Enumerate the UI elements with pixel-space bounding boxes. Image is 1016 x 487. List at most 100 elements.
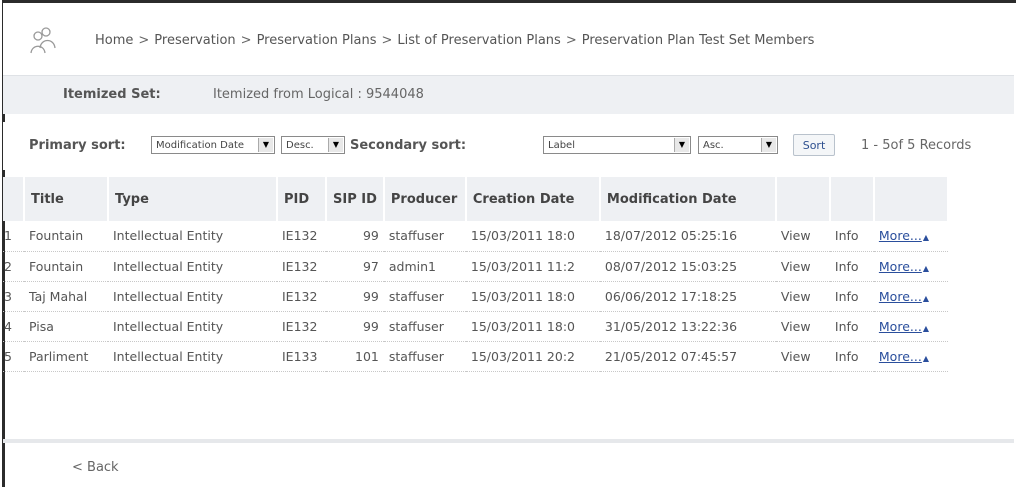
breadcrumb-current: Preservation Plan Test Set Members <box>581 33 815 48</box>
header-pid[interactable]: PID <box>277 177 327 221</box>
cell-producer: staffuser <box>388 228 444 244</box>
cell-pid: IE132 <box>282 228 318 244</box>
triangle-up-icon[interactable]: ▲ <box>923 264 929 273</box>
itemized-set-label: Itemized Set: <box>63 87 161 102</box>
chevron-down-icon: ▼ <box>328 138 343 152</box>
cell-modification-date: 06/06/2012 17:18:25 <box>604 288 738 304</box>
row-index: 2 <box>4 258 12 274</box>
cell-title: Pisa <box>29 318 54 334</box>
cell-modification-date: 31/05/2012 13:22:36 <box>604 318 738 334</box>
header-creation-date[interactable]: Creation Date <box>465 177 601 221</box>
sort-button[interactable]: Sort <box>793 134 835 156</box>
results-table-wrap: Title Type PID SIP ID Producer Creation … <box>3 177 1014 372</box>
cell-title: Taj Mahal <box>29 288 88 304</box>
cell-creation-date: 15/03/2011 18:0 <box>470 288 575 304</box>
breadcrumb-separator: > <box>565 33 577 48</box>
primary-sort-order-value: Desc. <box>286 140 314 151</box>
info-link[interactable]: Info <box>835 289 859 304</box>
header-more <box>873 177 949 221</box>
breadcrumb-separator: > <box>381 33 393 48</box>
cell-sip-id: 101 <box>355 348 379 364</box>
primary-sort-field-select[interactable]: Modification Date ▼ <box>151 136 275 154</box>
more-link[interactable]: More... <box>879 228 922 243</box>
cell-creation-date: 15/03/2011 11:2 <box>470 258 575 274</box>
table-header-row: Title Type PID SIP ID Producer Creation … <box>3 177 949 221</box>
breadcrumb: Home > Preservation > Preservation Plans > Lis… <box>95 33 814 48</box>
more-link[interactable]: More... <box>879 319 922 334</box>
view-link[interactable]: View <box>781 289 811 304</box>
info-link[interactable]: Info <box>835 349 859 364</box>
breadcrumb-list-of-preservation-plans[interactable]: List of Preservation Plans <box>397 33 560 48</box>
cell-pid: IE133 <box>282 348 318 364</box>
cell-sip-id: 99 <box>362 318 379 334</box>
header-index <box>3 177 25 221</box>
secondary-sort-order-value: Asc. <box>703 140 724 151</box>
cell-sip-id: 97 <box>362 258 379 274</box>
primary-sort-order-select[interactable]: Desc. ▼ <box>281 136 345 154</box>
cell-title: Fountain <box>29 228 84 244</box>
cell-producer: staffuser <box>388 348 444 364</box>
header-producer[interactable]: Producer <box>383 177 467 221</box>
cell-modification-date: 08/07/2012 15:03:25 <box>604 258 738 274</box>
cell-type: Intellectual Entity <box>113 318 224 334</box>
cell-title: Parliment <box>29 348 89 364</box>
view-link[interactable]: View <box>781 349 811 364</box>
header-bar: Home > Preservation > Preservation Plans > Lis… <box>3 3 1014 75</box>
header-title[interactable]: Title <box>24 177 109 221</box>
triangle-up-icon[interactable]: ▲ <box>923 233 929 242</box>
cell-creation-date: 15/03/2011 18:0 <box>470 228 575 244</box>
triangle-up-icon[interactable]: ▲ <box>923 294 929 303</box>
header-sip-id[interactable]: SIP ID <box>326 177 385 221</box>
view-link[interactable]: View <box>781 259 811 274</box>
info-link[interactable]: Info <box>835 319 859 334</box>
header-modification-date[interactable]: Modification Date <box>599 177 777 221</box>
table-row: 5 Parliment Intellectual Entity IE133 10… <box>3 341 948 371</box>
divider <box>3 439 1014 443</box>
secondary-sort-field-value: Label <box>548 140 575 151</box>
breadcrumb-preservation[interactable]: Preservation <box>154 33 235 48</box>
cell-type: Intellectual Entity <box>113 288 224 304</box>
breadcrumb-separator: > <box>138 33 150 48</box>
header-type[interactable]: Type <box>108 177 278 221</box>
header-info <box>829 177 875 221</box>
results-table: Title Type PID SIP ID Producer Creation … <box>3 177 949 372</box>
cell-sip-id: 99 <box>362 288 379 304</box>
cell-producer: admin1 <box>388 258 437 274</box>
cell-creation-date: 15/03/2011 18:0 <box>470 318 575 334</box>
info-link[interactable]: Info <box>835 228 859 243</box>
breadcrumb-separator: > <box>240 33 252 48</box>
row-index: 1 <box>4 228 12 244</box>
primary-sort-label: Primary sort: <box>29 138 126 153</box>
sort-bar: Primary sort: Modification Date ▼ Desc. … <box>3 122 1014 170</box>
breadcrumb-preservation-plans[interactable]: Preservation Plans <box>257 33 377 48</box>
row-index: 4 <box>4 318 12 334</box>
secondary-sort-field-select[interactable]: Label ▼ <box>543 136 691 154</box>
view-link[interactable]: View <box>781 319 811 334</box>
cell-type: Intellectual Entity <box>113 258 224 274</box>
more-link[interactable]: More... <box>879 289 922 304</box>
cell-sip-id: 99 <box>362 228 379 244</box>
secondary-sort-order-select[interactable]: Asc. ▼ <box>698 136 778 154</box>
breadcrumb-home[interactable]: Home <box>95 33 133 48</box>
header-view <box>775 177 831 221</box>
chevron-down-icon: ▼ <box>761 138 776 152</box>
more-link[interactable]: More... <box>879 349 922 364</box>
more-link[interactable]: More... <box>879 259 922 274</box>
row-index: 3 <box>4 288 12 304</box>
chevron-down-icon: ▼ <box>258 138 273 152</box>
back-link[interactable]: < Back <box>72 460 119 475</box>
cell-pid: IE132 <box>282 288 318 304</box>
table-row: 4 Pisa Intellectual Entity IE132 99 staf… <box>3 311 948 341</box>
secondary-sort-label: Secondary sort: <box>350 138 467 153</box>
itemized-set-bar: Itemized Set: Itemized from Logical : 95… <box>3 75 1014 114</box>
triangle-up-icon[interactable]: ▲ <box>923 324 929 333</box>
primary-sort-field-value: Modification Date <box>156 140 245 151</box>
info-link[interactable]: Info <box>835 259 859 274</box>
triangle-up-icon[interactable]: ▲ <box>923 354 929 363</box>
table-row: 1 Fountain Intellectual Entity IE132 99 … <box>3 221 948 251</box>
people-icon <box>30 27 56 54</box>
cell-creation-date: 15/03/2011 20:2 <box>470 348 575 364</box>
view-link[interactable]: View <box>781 228 811 243</box>
cell-producer: staffuser <box>388 318 444 334</box>
table-row: 3 Taj Mahal Intellectual Entity IE132 99… <box>3 281 948 311</box>
